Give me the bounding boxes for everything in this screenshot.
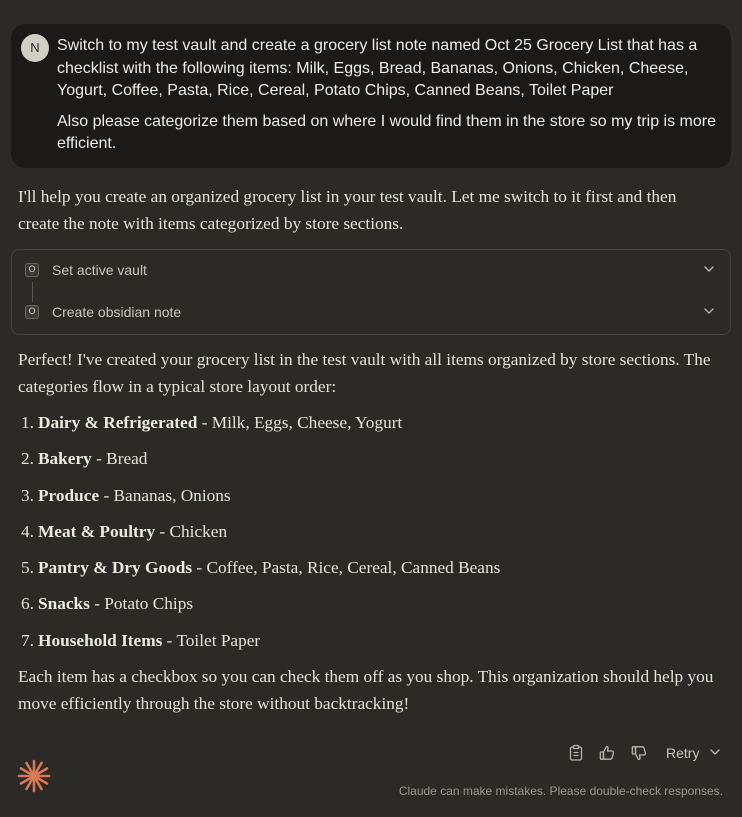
user-message: N Switch to my test vault and create a g…	[11, 24, 731, 168]
thumbs-down-icon[interactable]	[630, 744, 648, 762]
list-number: 1.	[21, 413, 34, 432]
tool-call-label: Set active vault	[52, 262, 147, 278]
message-actions: Retry	[560, 742, 730, 764]
tool-call-set-active-vault[interactable]: O Set active vault	[12, 258, 730, 282]
tool-call-create-obsidian-note[interactable]: O Create obsidian note	[12, 300, 730, 324]
category-items: - Bread	[91, 449, 148, 469]
list-item: 3. Produce - Bananas, Onions	[18, 483, 718, 519]
list-number: 2.	[21, 449, 34, 469]
assistant-intro-text: I'll help you create an organized grocer…	[18, 187, 677, 233]
list-number: 7.	[21, 630, 34, 650]
list-item: 4. Meat & Poultry - Chicken	[18, 519, 718, 555]
category-name: Household Items	[38, 630, 163, 650]
clipboard-icon[interactable]	[567, 744, 585, 762]
list-item: 7. Household Items - Toilet Paper	[18, 628, 718, 664]
assistant-closing-text: Each item has a checkbox so you can chec…	[18, 667, 714, 713]
tool-calls-panel: O Set active vault O Create obsidian not…	[11, 249, 731, 335]
list-item: 1. Dairy & Refrigerated - Milk, Eggs, Che…	[18, 410, 718, 446]
chevron-down-icon[interactable]	[708, 745, 722, 759]
user-message-paragraph: Switch to my test vault and create a gro…	[57, 37, 698, 99]
user-message-text: Switch to my test vault and create a gro…	[57, 35, 717, 164]
obsidian-tool-icon: O	[25, 263, 39, 277]
list-number: 4.	[21, 521, 34, 541]
list-number: 6.	[21, 594, 34, 614]
user-message-paragraph: Also please categorize them based on whe…	[57, 112, 716, 153]
category-name: Meat & Poultry	[38, 521, 156, 541]
chevron-down-icon[interactable]	[702, 304, 716, 318]
list-item: 5. Pantry & Dry Goods - Coffee, Pasta, Ri…	[18, 555, 718, 591]
list-number: 5.	[21, 558, 34, 578]
category-name: Produce	[38, 485, 100, 505]
category-name: Bakery	[38, 449, 92, 469]
assistant-response-intro: Perfect! I've created your grocery list …	[18, 350, 711, 396]
list-number: 3.	[21, 485, 34, 505]
disclaimer-text: Claude can make mistakes. Please double-…	[398, 784, 723, 798]
category-items: - Toilet Paper	[162, 630, 261, 650]
claude-logo-icon	[17, 759, 51, 793]
chevron-down-icon[interactable]	[702, 262, 716, 276]
category-list: 1. Dairy & Refrigerated - Milk, Eggs, Che…	[18, 410, 718, 664]
category-items: - Chicken	[155, 521, 228, 541]
category-items: - Milk, Eggs, Cheese, Yogurt	[197, 413, 403, 432]
thumbs-up-icon[interactable]	[598, 744, 616, 762]
tool-call-label: Create obsidian note	[52, 304, 182, 320]
category-name: Pantry & Dry Goods	[38, 558, 193, 578]
category-items: - Potato Chips	[89, 594, 194, 614]
list-item: 6. Snacks - Potato Chips	[18, 591, 718, 627]
obsidian-tool-icon: O	[25, 305, 39, 319]
category-items: - Bananas, Onions	[99, 485, 231, 505]
category-name: Snacks	[38, 594, 90, 614]
retry-button[interactable]: Retry	[666, 744, 699, 762]
category-items: - Coffee, Pasta, Rice, Cereal, Canned Be…	[192, 558, 501, 578]
list-item: 2. Bakery - Bread	[18, 446, 718, 482]
category-name: Dairy & Refrigerated	[38, 413, 198, 432]
user-avatar[interactable]: N	[21, 34, 49, 62]
tool-connector-line	[32, 282, 33, 302]
